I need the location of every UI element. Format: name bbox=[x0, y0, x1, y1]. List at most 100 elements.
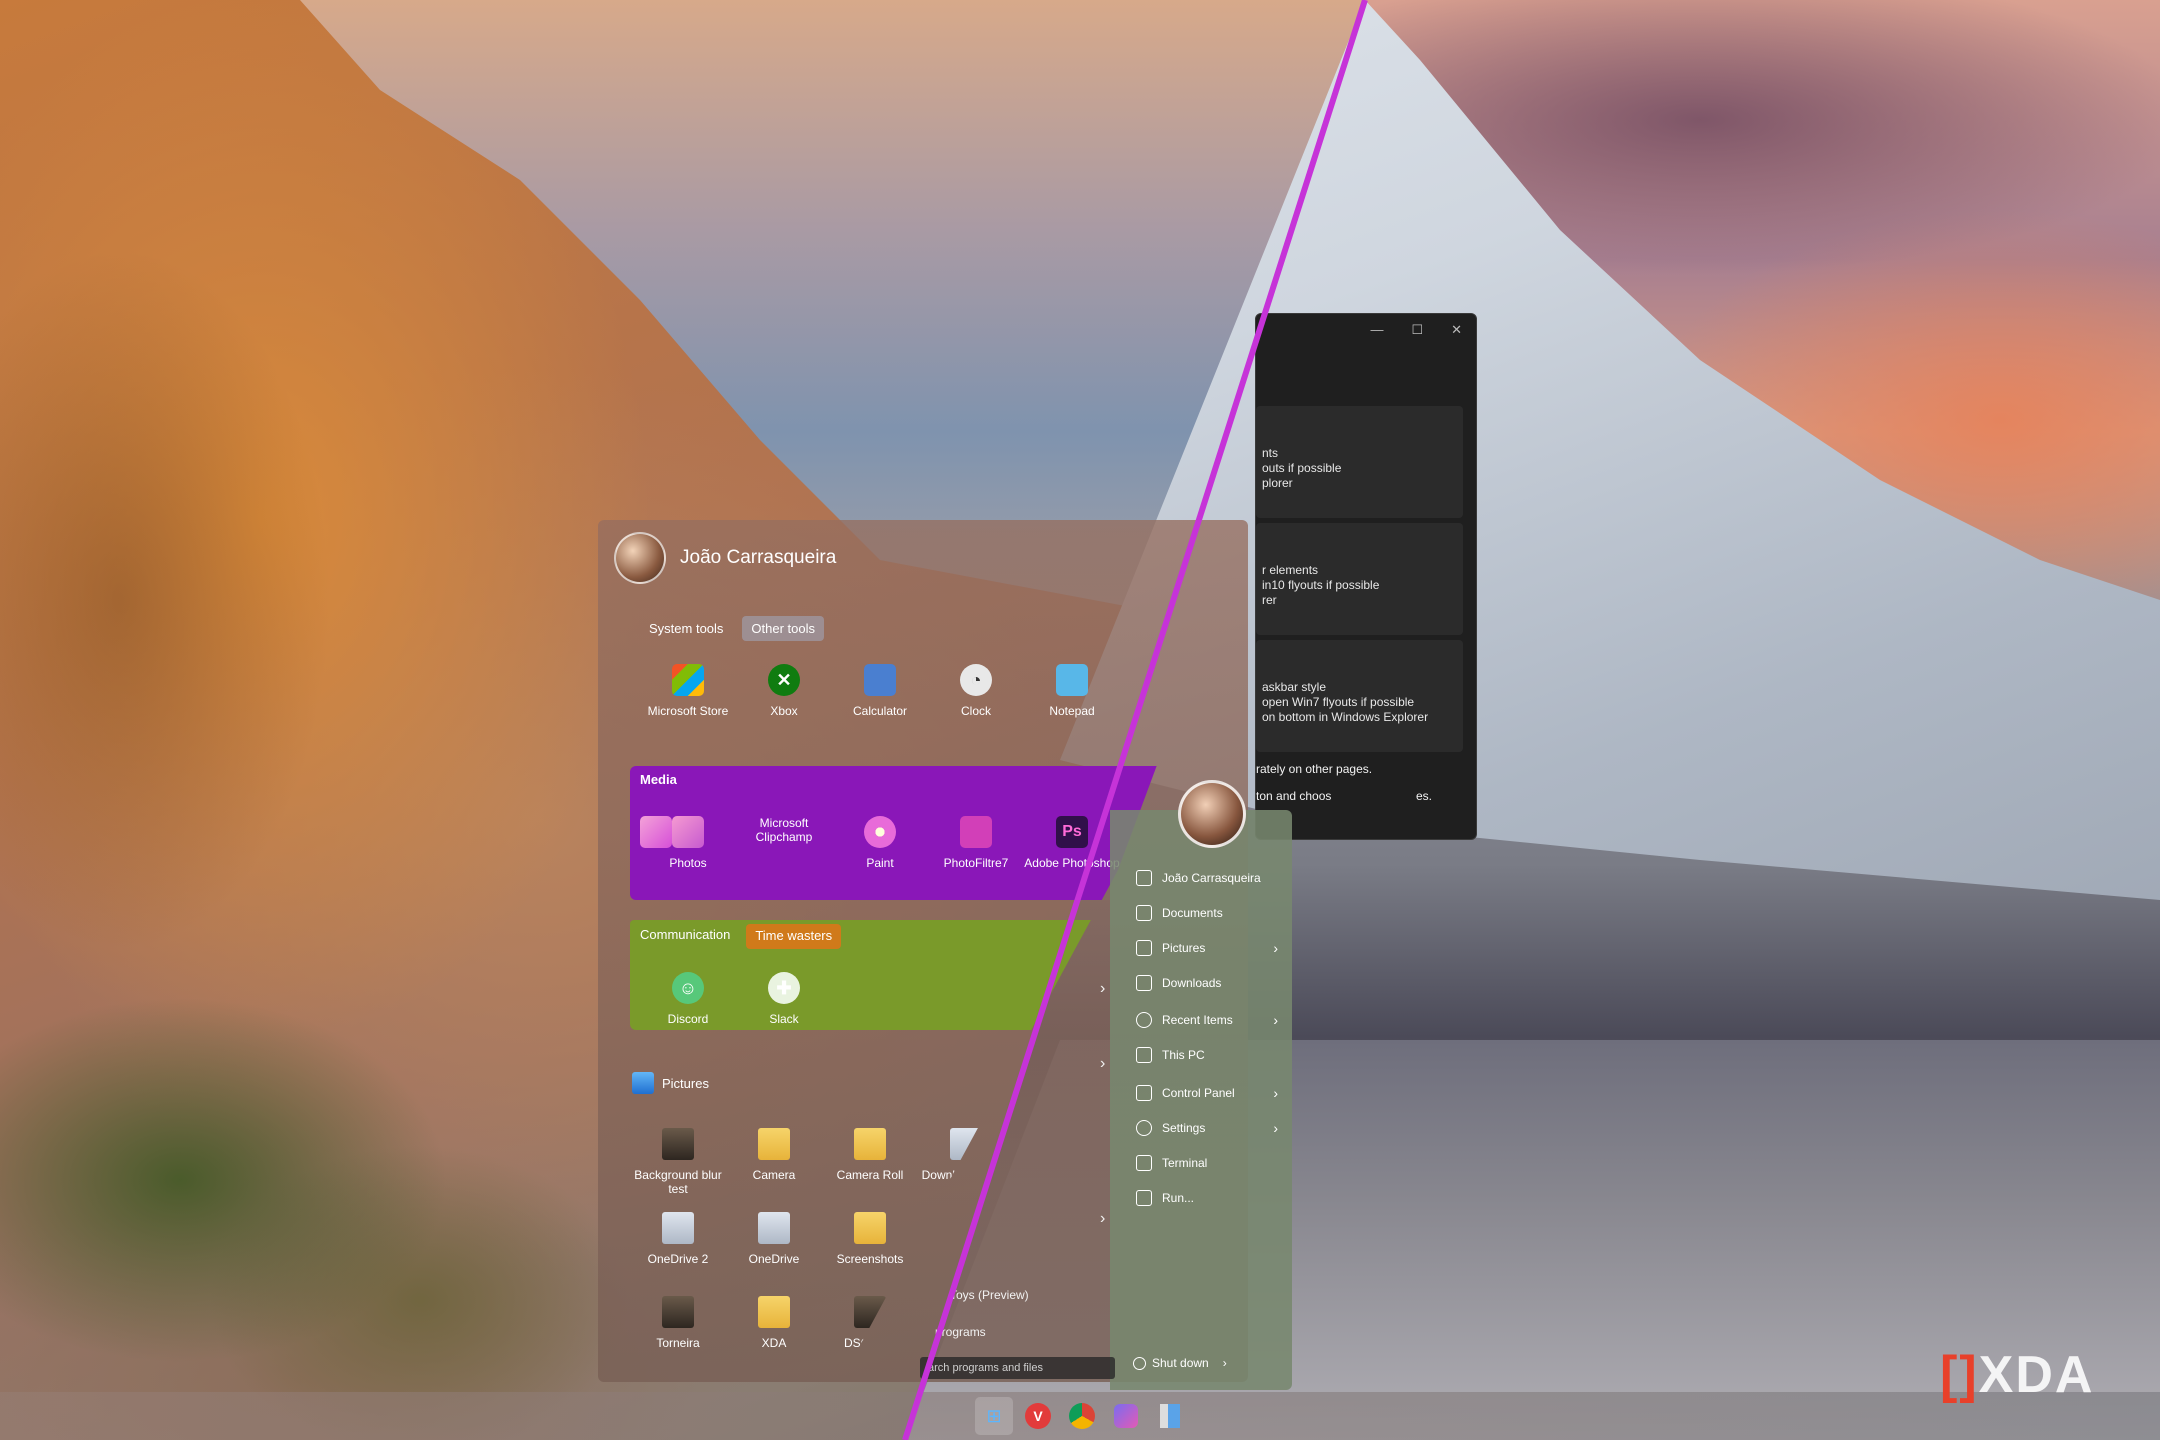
folder-background-blur[interactable]: Background blur test bbox=[630, 1128, 726, 1196]
menu-documents[interactable]: Documents bbox=[1136, 901, 1286, 925]
image-dsc3273[interactable]: DSC3273 bbox=[822, 1296, 918, 1350]
folder-camera[interactable]: Camera bbox=[726, 1128, 822, 1196]
search-input[interactable]: arch programs and files bbox=[920, 1357, 1115, 1379]
app-xbox[interactable]: ✕Xbox bbox=[736, 664, 832, 718]
chevron-right-icon: › bbox=[1273, 1012, 1278, 1028]
menu-pictures[interactable]: Pictures› bbox=[1136, 936, 1286, 960]
menu-this-pc[interactable]: This PC bbox=[1136, 1043, 1286, 1067]
app-paint[interactable]: Paint bbox=[832, 816, 928, 870]
app-photofiltre[interactable]: PhotoFiltre7 bbox=[928, 816, 1024, 870]
power-icon bbox=[1133, 1357, 1146, 1370]
tab-system-tools[interactable]: System tools bbox=[640, 616, 732, 641]
list-item-toys[interactable]: Toys (Preview) bbox=[950, 1288, 1029, 1302]
folder-s[interactable]: S bbox=[918, 1212, 1014, 1266]
folder-icon bbox=[758, 1128, 790, 1160]
list-item-programs[interactable]: programs bbox=[935, 1325, 986, 1339]
xda-logo-icon: [] bbox=[1940, 1346, 1979, 1404]
chevron-right-icon[interactable]: › bbox=[1100, 980, 1105, 998]
file-explorer-icon[interactable] bbox=[1151, 1397, 1189, 1435]
menu-downloads[interactable]: Downloads bbox=[1136, 971, 1286, 995]
menu-recent-items[interactable]: Recent Items› bbox=[1136, 1008, 1286, 1032]
media-label: Media bbox=[640, 772, 677, 787]
maximize-icon[interactable]: ☐ bbox=[1411, 322, 1423, 338]
pictures-icon bbox=[632, 1072, 654, 1094]
notepad-icon bbox=[1056, 664, 1088, 696]
paint-icon bbox=[864, 816, 896, 848]
tab-other-tools[interactable]: Other tools bbox=[742, 616, 824, 641]
option-card-2[interactable]: r elements in10 flyouts if possible rer bbox=[1256, 523, 1463, 635]
option-card-1[interactable]: nts outs if possible plorer bbox=[1256, 406, 1463, 518]
clock-icon: ◔ bbox=[960, 664, 992, 696]
app-microsoft-store[interactable]: Microsoft Store bbox=[640, 664, 736, 718]
close-icon[interactable]: ✕ bbox=[1451, 322, 1462, 338]
option-card-3[interactable]: askbar style open Win7 flyouts if possib… bbox=[1256, 640, 1463, 752]
avatar[interactable] bbox=[1178, 780, 1246, 848]
app-clock[interactable]: ◔Clock bbox=[928, 664, 1024, 718]
menu-user-folder[interactable]: João Carrasqueira bbox=[1136, 866, 1286, 890]
user-name: João Carrasqueira bbox=[680, 547, 836, 569]
pictures-header[interactable]: Pictures bbox=[632, 1072, 709, 1094]
pictures-row-3: Torneira XDA DSC3273 bbox=[630, 1296, 918, 1350]
menu-control-panel[interactable]: Control Panel› bbox=[1136, 1081, 1286, 1105]
chevron-right-icon: › bbox=[1273, 1120, 1278, 1136]
tab-time-wasters[interactable]: Time wasters bbox=[746, 924, 841, 949]
terminal-icon bbox=[1136, 1155, 1152, 1171]
chevron-right-icon: › bbox=[1273, 1085, 1278, 1101]
app-clipchamp[interactable]: Microsoft Clipchamp bbox=[736, 816, 832, 870]
vivaldi-icon[interactable]: V bbox=[1019, 1397, 1057, 1435]
user-header[interactable]: João Carrasqueira bbox=[614, 532, 836, 584]
avatar[interactable] bbox=[614, 532, 666, 584]
folder-icon bbox=[950, 1212, 982, 1244]
image-thumbnail-icon bbox=[950, 1128, 982, 1160]
folder-download[interactable]: Download F files JPGto bbox=[918, 1128, 1014, 1196]
image-thumbnail-icon bbox=[662, 1296, 694, 1328]
photofiltre-icon bbox=[960, 816, 992, 848]
menu-settings[interactable]: Settings› bbox=[1136, 1116, 1286, 1140]
minimize-icon[interactable]: — bbox=[1370, 322, 1383, 338]
image-thumbnail-icon bbox=[758, 1212, 790, 1244]
desktop: — ☐ ✕ nts outs if possible plorer r elem… bbox=[0, 0, 2160, 1440]
slack-icon: ✚ bbox=[768, 972, 800, 1004]
shutdown-button[interactable]: Shut down › bbox=[1133, 1356, 1227, 1370]
app-calculator[interactable]: Calculator bbox=[832, 664, 928, 718]
computer-icon bbox=[1136, 1047, 1152, 1063]
folder-onedrive[interactable]: OneDrive bbox=[726, 1212, 822, 1266]
app-discord[interactable]: ☺Discord bbox=[640, 972, 736, 1026]
app-notepad[interactable]: Notepad bbox=[1024, 664, 1120, 718]
taskbar-icons: ⊞ V bbox=[975, 1397, 1189, 1435]
discord-icon: ☺ bbox=[672, 972, 704, 1004]
folder-torneira[interactable]: Torneira bbox=[630, 1296, 726, 1350]
menu-run[interactable]: Run... bbox=[1136, 1186, 1286, 1210]
clock-icon bbox=[1136, 1012, 1152, 1028]
settings-window[interactable]: — ☐ ✕ nts outs if possible plorer r elem… bbox=[1255, 313, 1477, 840]
chevron-right-icon: › bbox=[1273, 940, 1278, 956]
image-thumbnail-icon bbox=[662, 1212, 694, 1244]
folder-icon bbox=[854, 1212, 886, 1244]
folder-icon bbox=[758, 1296, 790, 1328]
loop-icon[interactable] bbox=[1107, 1397, 1145, 1435]
store-icon bbox=[672, 664, 704, 696]
chrome-icon[interactable] bbox=[1063, 1397, 1101, 1435]
chevron-right-icon: › bbox=[1223, 1356, 1227, 1370]
app-photoshop[interactable]: PsAdobe Photoshop bbox=[1024, 816, 1120, 870]
start-button[interactable]: ⊞ bbox=[975, 1397, 1013, 1435]
communication-row: ☺Discord ✚Slack bbox=[640, 972, 832, 1026]
run-icon bbox=[1136, 1190, 1152, 1206]
pictures-row-1: Background blur test Camera Camera Roll … bbox=[630, 1128, 1014, 1196]
user-folder-icon bbox=[1136, 870, 1152, 886]
xbox-icon: ✕ bbox=[768, 664, 800, 696]
folder-xda[interactable]: XDA bbox=[726, 1296, 822, 1350]
chevron-right-icon[interactable]: › bbox=[1100, 1210, 1105, 1228]
tool-tabs: System tools Other tools bbox=[640, 616, 824, 641]
folder-onedrive-2[interactable]: OneDrive 2 bbox=[630, 1212, 726, 1266]
menu-terminal[interactable]: Terminal bbox=[1136, 1151, 1286, 1175]
xda-watermark: []XDA bbox=[1940, 1345, 2094, 1405]
calculator-icon bbox=[864, 664, 896, 696]
picture-icon bbox=[1136, 940, 1152, 956]
tab-communication[interactable]: Communication bbox=[630, 920, 740, 949]
folder-camera-roll[interactable]: Camera Roll bbox=[822, 1128, 918, 1196]
start-menu-right-pane[interactable]: João Carrasqueira Documents Pictures› Do… bbox=[1110, 810, 1292, 1390]
chevron-right-icon[interactable]: › bbox=[1100, 1055, 1105, 1073]
folder-screenshots[interactable]: Screenshots bbox=[822, 1212, 918, 1266]
app-slack[interactable]: ✚Slack bbox=[736, 972, 832, 1026]
